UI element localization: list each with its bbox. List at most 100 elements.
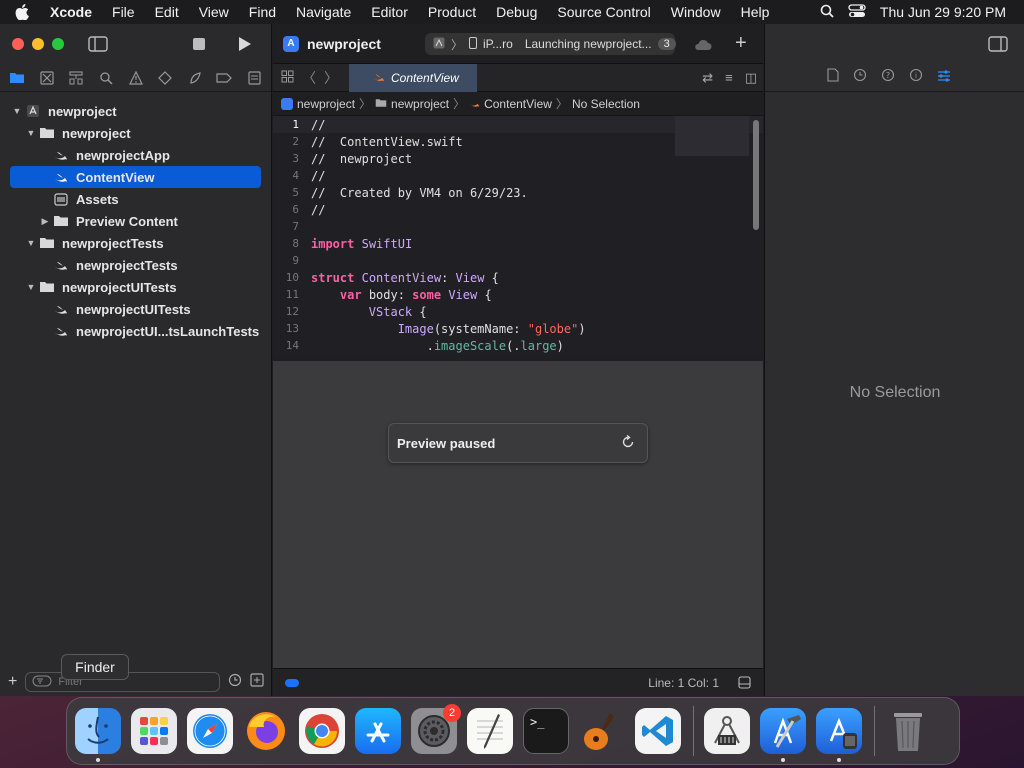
scheme-activity-view[interactable]: 〉 iP...ro Launching newproject... 3 [425, 33, 676, 55]
attributes-inspector-icon[interactable] [937, 69, 951, 87]
menu-debug[interactable]: Debug [486, 4, 547, 20]
dock-simulator[interactable] [816, 708, 862, 762]
code-line[interactable]: 9 [273, 252, 763, 269]
tab-contentview[interactable]: ContentView [349, 63, 477, 92]
folder-icon[interactable] [8, 69, 26, 87]
add-library-button[interactable]: + [735, 32, 747, 55]
dock-chrome[interactable] [299, 708, 345, 754]
code-line[interactable]: 5 // Created by VM4 on 6/29/23. [273, 184, 763, 201]
menubar-clock[interactable]: Thu Jun 29 9:20 PM [880, 4, 1006, 20]
vertical-scrollbar[interactable] [753, 120, 759, 230]
run-button[interactable] [238, 36, 252, 57]
sidebar-toggle-icon[interactable] [88, 36, 108, 57]
dock-vscode[interactable] [635, 708, 681, 754]
breadcrumb-item[interactable]: No Selection [572, 97, 640, 111]
code-line[interactable]: 10 struct ContentView: View { [273, 269, 763, 286]
spotlight-search-icon[interactable] [820, 4, 834, 21]
refresh-icon[interactable] [621, 434, 635, 452]
minimize-window-button[interactable] [32, 38, 44, 50]
menu-view[interactable]: View [189, 4, 239, 20]
cloud-icon[interactable] [694, 38, 712, 56]
tree-item-group-uitests[interactable]: ▼ newprojectUITests [10, 276, 261, 298]
source-control-filter-icon[interactable] [250, 672, 264, 692]
chevron-down-icon[interactable]: ▼ [24, 238, 38, 248]
find-navigator-icon[interactable] [97, 69, 115, 87]
dock-xcode[interactable] [760, 708, 806, 762]
menu-find[interactable]: Find [239, 4, 286, 20]
dock-trash[interactable] [885, 708, 931, 754]
stop-button[interactable] [193, 38, 205, 50]
menu-file[interactable]: File [102, 4, 145, 20]
dock-finder[interactable] [75, 708, 121, 762]
menu-source-control[interactable]: Source Control [547, 4, 660, 20]
minimap[interactable] [675, 116, 749, 156]
issue-navigator-icon[interactable] [127, 69, 145, 87]
dock-firefox[interactable] [243, 708, 289, 754]
chevron-right-icon[interactable]: ▶ [38, 216, 52, 227]
tree-item-newprojectapp[interactable]: newprojectApp [10, 144, 261, 166]
apple-menu-icon[interactable] [0, 4, 44, 20]
dock-garageband[interactable] [579, 708, 625, 754]
tree-item-uitests-file[interactable]: newprojectUITests [10, 298, 261, 320]
close-window-button[interactable] [12, 38, 24, 50]
back-arrow-icon[interactable]: 〈 [302, 68, 316, 88]
scheme-device-label[interactable]: iP...ro [483, 37, 513, 51]
hide-preview-icon[interactable] [738, 676, 751, 692]
code-line[interactable]: 12 VStack { [273, 303, 763, 320]
history-inspector-icon[interactable] [853, 68, 867, 87]
help-inspector-icon[interactable]: ? [881, 68, 895, 87]
menu-help[interactable]: Help [731, 4, 780, 20]
menu-edit[interactable]: Edit [145, 4, 189, 20]
dock-launchpad[interactable] [131, 708, 177, 754]
forward-arrow-icon[interactable]: 〉 [324, 68, 338, 88]
code-line[interactable]: 14 .imageScale(.large) [273, 337, 763, 354]
project-title[interactable]: newproject [307, 36, 381, 52]
report-navigator-icon[interactable] [245, 69, 263, 87]
dock-safari[interactable] [187, 708, 233, 754]
chevron-down-icon[interactable]: ▼ [10, 106, 24, 116]
recent-files-icon[interactable] [228, 673, 242, 692]
tree-item-contentview[interactable]: ContentView [10, 166, 261, 188]
breadcrumb-item[interactable]: newproject [375, 97, 449, 111]
code-line[interactable]: 8 import SwiftUI [273, 235, 763, 252]
menu-navigate[interactable]: Navigate [286, 4, 361, 20]
code-line[interactable]: 6 // [273, 201, 763, 218]
editor-options-icon[interactable]: ≡ [725, 70, 733, 86]
preview-canvas[interactable]: Preview paused [273, 361, 763, 668]
tree-item-group-newproject[interactable]: ▼ newproject [10, 122, 261, 144]
dock-instruments[interactable] [704, 708, 750, 754]
dock-textedit[interactable] [467, 708, 513, 754]
tree-item-group-tests[interactable]: ▼ newprojectTests [10, 232, 261, 254]
breakpoint-navigator-icon[interactable] [215, 69, 233, 87]
test-navigator-icon[interactable] [156, 69, 174, 87]
menu-editor[interactable]: Editor [361, 4, 418, 20]
code-line[interactable]: 4 // [273, 167, 763, 184]
menu-product[interactable]: Product [418, 4, 486, 20]
chevron-down-icon[interactable]: ▼ [24, 128, 38, 138]
dock-app-store[interactable] [355, 708, 401, 754]
debug-navigator-icon[interactable] [186, 69, 204, 87]
source-control-icon[interactable] [38, 69, 56, 87]
menu-app-name[interactable]: Xcode [44, 4, 102, 20]
live-preview-toggle[interactable] [285, 678, 299, 687]
related-items-icon[interactable]: ⇄ [702, 70, 713, 86]
file-inspector-icon[interactable] [827, 68, 839, 87]
dock-terminal[interactable]: >_ [523, 708, 569, 754]
split-editor-icon[interactable]: ◫ [745, 70, 757, 86]
menu-window[interactable]: Window [661, 4, 731, 20]
activity-count-badge[interactable]: 3 [657, 38, 676, 50]
breadcrumb-item[interactable]: ContentView [469, 97, 552, 111]
chevron-down-icon[interactable]: ▼ [24, 282, 38, 292]
code-line[interactable]: 7 [273, 218, 763, 235]
identity-inspector-icon[interactable]: i [909, 68, 923, 87]
code-line[interactable]: 11 var body: some View { [273, 286, 763, 303]
tree-item-launchtests-file[interactable]: newprojectUI...tsLaunchTests [10, 320, 261, 342]
tree-item-preview-content[interactable]: ▶ Preview Content [10, 210, 261, 232]
tree-item-project[interactable]: ▼ newproject [10, 100, 261, 122]
source-editor[interactable]: 1 // 2 // ContentView.swift 3 // newproject… [273, 116, 763, 356]
symbol-navigator-icon[interactable] [67, 69, 85, 87]
grid-icon[interactable] [281, 70, 294, 86]
zoom-window-button[interactable] [52, 38, 64, 50]
tree-item-tests-file[interactable]: newprojectTests [10, 254, 261, 276]
code-line[interactable]: 13 Image(systemName: "globe") [273, 320, 763, 337]
